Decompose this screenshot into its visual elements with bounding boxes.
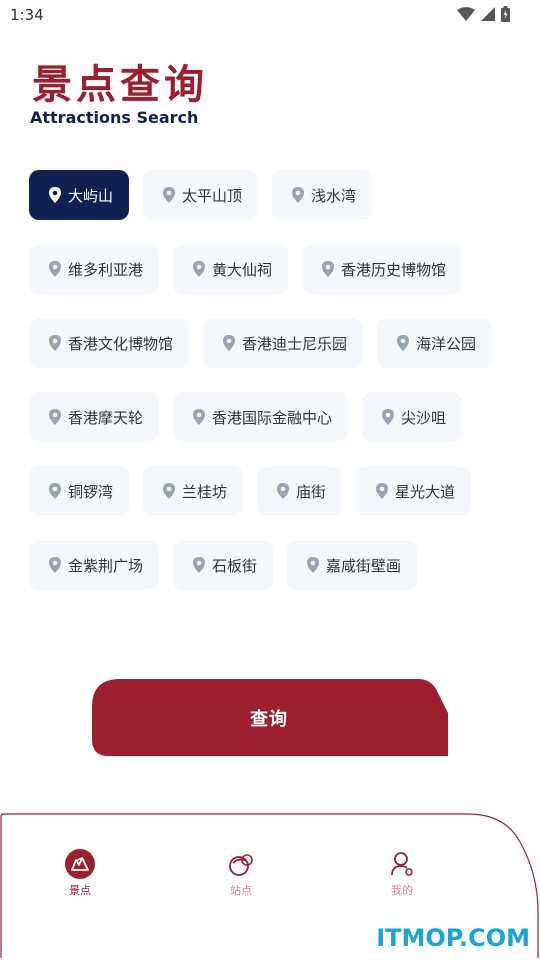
attraction-chip[interactable]: 香港文化博物馆 [29,318,190,368]
page-subtitle: Attractions Search [30,108,199,127]
chip-row: 香港文化博物馆 香港迪士尼乐园 海洋公园 [29,318,509,368]
attraction-chip-label: 维多利亚港 [68,260,144,279]
attraction-chip[interactable]: 尖沙咀 [362,392,463,442]
wifi-icon [457,7,475,21]
location-pin-icon [49,483,61,499]
page-title: 景点查询 [32,61,208,108]
attraction-chip[interactable]: 香港历史博物馆 [302,244,463,294]
attraction-chip[interactable]: 浅水湾 [272,170,373,220]
attraction-chip[interactable]: 大屿山 [29,170,130,220]
attraction-chip-label: 太平山顶 [182,186,243,205]
location-pin-icon [322,261,335,277]
status-icons [457,6,510,22]
attraction-chip-label: 石板街 [212,556,258,575]
location-pin-icon [193,261,206,277]
location-pin-icon [292,187,305,203]
chip-row: 香港摩天轮 香港国际金融中心 尖沙咀 [29,392,509,442]
attraction-chip[interactable]: 庙街 [257,466,343,516]
nav-item-stations[interactable]: 站点 [201,848,281,898]
attraction-chip-label: 大屿山 [68,186,114,205]
attraction-chip-label: 尖沙咀 [401,408,447,427]
attraction-chip[interactable]: 金紫荆广场 [29,540,160,590]
app-screen: 1:34 景点查询 Attractions Search 大屿山 太平山顶 浅水湾维… [0,0,540,960]
location-pin-icon [49,187,61,203]
attraction-chip-label: 香港文化博物馆 [68,334,174,353]
attraction-chip-label: 香港历史博物馆 [341,260,447,279]
attraction-chip[interactable]: 香港国际金融中心 [173,392,349,442]
attraction-chip[interactable]: 维多利亚港 [29,244,160,294]
nav-label-profile: 我的 [391,884,413,897]
attraction-chip[interactable]: 石板街 [173,540,274,590]
station-icon [229,854,253,876]
chip-row: 维多利亚港 黄大仙祠 香港历史博物馆 [29,244,509,294]
location-pin-icon [49,557,61,573]
location-pin-icon [193,557,206,573]
attraction-chip-label: 星光大道 [395,482,456,501]
nav-label-stations: 站点 [230,884,252,897]
attraction-chip-label: 浅水湾 [311,186,357,205]
battery-icon [501,6,510,22]
chip-row: 金紫荆广场 石板街 嘉咸街壁画 [29,540,509,590]
location-pin-icon [163,187,176,203]
query-button[interactable]: 查询 [90,679,448,756]
attraction-chip-label: 香港摩天轮 [68,408,144,427]
location-pin-icon [49,261,61,277]
nav-item-profile[interactable]: 我的 [362,848,442,898]
nav-label-attractions: 景点 [69,884,91,897]
attraction-chip[interactable]: 嘉咸街壁画 [287,540,418,590]
profile-icon [391,852,413,876]
attraction-chip[interactable]: 星光大道 [356,466,472,516]
location-pin-icon [376,483,389,499]
attraction-chip-label: 嘉咸街壁画 [326,556,402,575]
nav-item-attractions[interactable]: 景点 [40,848,120,898]
location-pin-icon [382,409,395,425]
attraction-chip-list: 大屿山 太平山顶 浅水湾维多利亚港 黄大仙祠 香港历史博物馆香港文化博物馆 香港迪士尼乐园… [29,170,509,614]
attraction-chip[interactable]: 黄大仙祠 [173,244,289,294]
attraction-chip-label: 海洋公园 [416,334,477,353]
chip-row: 铜锣湾 兰桂坊 庙街 星光大道 [29,466,509,516]
watermark: ITMOP.COM [376,924,530,952]
status-time: 1:34 [10,6,44,24]
attraction-chip-label: 庙街 [296,482,327,501]
attraction-chip[interactable]: 香港摩天轮 [29,392,160,442]
location-pin-icon [307,557,320,573]
signal-icon [481,7,495,21]
chip-row: 大屿山 太平山顶 浅水湾 [29,170,509,220]
location-pin-icon [49,335,61,351]
attraction-chip[interactable]: 香港迪士尼乐园 [203,318,364,368]
location-pin-icon [223,335,236,351]
attraction-chip[interactable]: 兰桂坊 [143,466,244,516]
attraction-chip[interactable]: 铜锣湾 [29,466,130,516]
attraction-chip-label: 金紫荆广场 [68,556,144,575]
location-pin-icon [193,409,206,425]
location-pin-icon [49,409,61,425]
query-button-label: 查询 [250,708,288,730]
attraction-chip-label: 铜锣湾 [68,482,114,501]
attraction-chip-label: 香港国际金融中心 [212,408,333,427]
location-pin-icon [277,483,290,499]
location-pin-icon [163,483,176,499]
attraction-chip-label: 黄大仙祠 [212,260,273,279]
attractions-icon [65,849,95,879]
attraction-chip[interactable]: 海洋公园 [377,318,493,368]
status-bar: 1:34 [0,0,540,32]
location-pin-icon [397,335,410,351]
attraction-chip-label: 兰桂坊 [182,482,228,501]
attraction-chip[interactable]: 太平山顶 [143,170,259,220]
attraction-chip-label: 香港迪士尼乐园 [242,334,348,353]
